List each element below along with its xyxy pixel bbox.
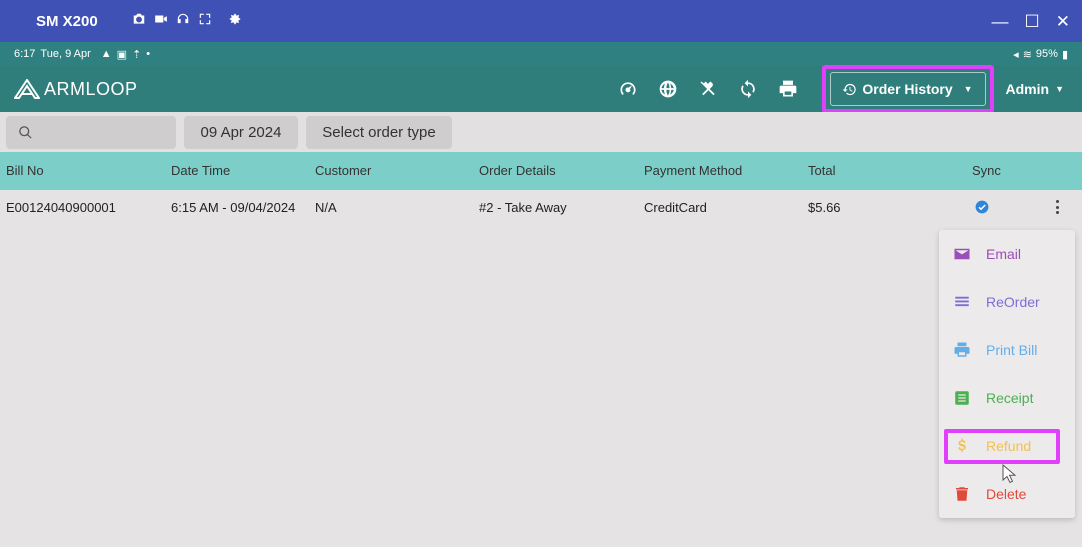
emulator-toolbar: [132, 12, 242, 31]
chevron-down-icon: ▼: [963, 84, 973, 94]
header-payment-method[interactable]: Payment Method: [644, 163, 742, 178]
cell-total: $5.66: [808, 200, 841, 215]
printer-icon[interactable]: [768, 69, 808, 109]
dot-icon: •: [146, 48, 151, 60]
notification-icon: ▣: [116, 48, 128, 61]
video-icon[interactable]: [154, 12, 168, 31]
menu-item-reorder[interactable]: ReOrder: [939, 280, 1075, 324]
mouse-cursor-icon: [1002, 464, 1017, 484]
menu-item-reorder-label: ReOrder: [986, 294, 1040, 310]
menu-item-print-bill[interactable]: Print Bill: [939, 328, 1075, 372]
table-header: Bill No Date Time Customer Order Details…: [0, 152, 1082, 190]
header-sync[interactable]: Sync: [972, 163, 1001, 178]
header-customer[interactable]: Customer: [315, 163, 371, 178]
printer-icon: [954, 342, 970, 357]
order-history-dropdown[interactable]: Order History ▼: [829, 72, 986, 106]
android-status-bar: 6:17 Tue, 9 Apr ▲ ▣ ⇡ • ◂ ≋ 95% ▮: [0, 42, 1082, 66]
table-row[interactable]: E00124040900001 6:15 AM - 09/04/2024 N/A…: [0, 190, 1082, 224]
date-filter-label: 09 Apr 2024: [200, 124, 282, 141]
cell-order-details: #2 - Take Away: [479, 200, 567, 215]
menu-item-email[interactable]: Email: [939, 232, 1075, 276]
receipt-icon: [955, 391, 969, 405]
search-icon: [19, 126, 32, 139]
fullscreen-icon[interactable]: [198, 12, 212, 31]
battery-level: 95%: [1035, 48, 1058, 60]
cell-date-time: 6:15 AM - 09/04/2024: [171, 200, 296, 215]
order-type-filter[interactable]: Select order type: [306, 116, 452, 149]
menu-item-receipt[interactable]: Receipt: [939, 376, 1075, 420]
trash-icon: [956, 487, 968, 501]
volume-icon: ◂: [1013, 48, 1019, 61]
chevron-down-icon: ▼: [1055, 84, 1064, 94]
utensils-icon[interactable]: [688, 69, 728, 109]
refund-highlight: [944, 429, 1060, 464]
header-order-details[interactable]: Order Details: [479, 163, 556, 178]
emulator-title: SM X200: [36, 12, 98, 30]
sync-check-icon: [975, 200, 989, 214]
globe-icon[interactable]: [648, 69, 688, 109]
email-icon: [954, 248, 970, 260]
logo-icon: [14, 79, 40, 99]
order-history-highlight: Order History ▼: [821, 65, 994, 113]
menu-item-print-bill-label: Print Bill: [986, 342, 1038, 358]
list-icon: [955, 296, 969, 307]
wifi-icon: ≋: [1022, 48, 1032, 61]
camera-icon[interactable]: [132, 12, 146, 31]
brand-logo: ARMLOOP: [14, 79, 138, 100]
window-controls: — ☐ ✕: [992, 13, 1071, 30]
admin-label: Admin: [1005, 81, 1050, 97]
order-history-label: Order History: [862, 81, 953, 97]
cell-bill-no: E00124040900001: [6, 200, 116, 215]
status-right: ◂ ≋ 95% ▮: [1013, 48, 1068, 61]
warning-icon: ▲: [100, 48, 112, 60]
order-type-label: Select order type: [322, 124, 436, 141]
filter-bar: 09 Apr 2024 Select order type: [0, 112, 1082, 152]
status-time: 6:17: [14, 48, 36, 60]
status-date: Tue, 9 Apr: [40, 48, 91, 60]
close-icon[interactable]: ✕: [1056, 13, 1070, 30]
search-input[interactable]: [6, 116, 176, 149]
headset-icon[interactable]: [176, 12, 190, 31]
history-icon: [843, 83, 857, 95]
header-bill-no[interactable]: Bill No: [6, 163, 44, 178]
settings-icon[interactable]: [228, 12, 242, 31]
brand-name: ARMLOOP: [44, 78, 138, 99]
admin-menu[interactable]: Admin ▼: [1006, 81, 1064, 97]
maximize-icon[interactable]: ☐: [1025, 13, 1040, 30]
cell-payment-method: CreditCard: [644, 200, 707, 215]
menu-item-email-label: Email: [986, 246, 1022, 262]
app-bar: ARMLOOP Order History ▼ Admin ▼: [0, 65, 1082, 113]
header-date-time[interactable]: Date Time: [171, 163, 230, 178]
status-notification-icons: ▲ ▣ ⇡ •: [101, 48, 150, 61]
emulator-title-bar: SM X200 — ☐ ✕: [0, 0, 1082, 42]
battery-icon: ▮: [1061, 48, 1068, 61]
menu-item-receipt-label: Receipt: [986, 390, 1034, 406]
menu-item-delete-label: Delete: [986, 486, 1027, 502]
minimize-icon[interactable]: —: [992, 13, 1009, 30]
upload-icon: ⇡: [132, 48, 142, 61]
dashboard-icon[interactable]: [608, 69, 648, 109]
date-filter[interactable]: 09 Apr 2024: [184, 116, 298, 149]
row-more-menu-icon[interactable]: [1050, 198, 1064, 216]
sync-icon[interactable]: [728, 69, 768, 109]
header-total[interactable]: Total: [808, 163, 835, 178]
app-toolbar: [608, 69, 808, 109]
cell-customer: N/A: [315, 200, 337, 215]
